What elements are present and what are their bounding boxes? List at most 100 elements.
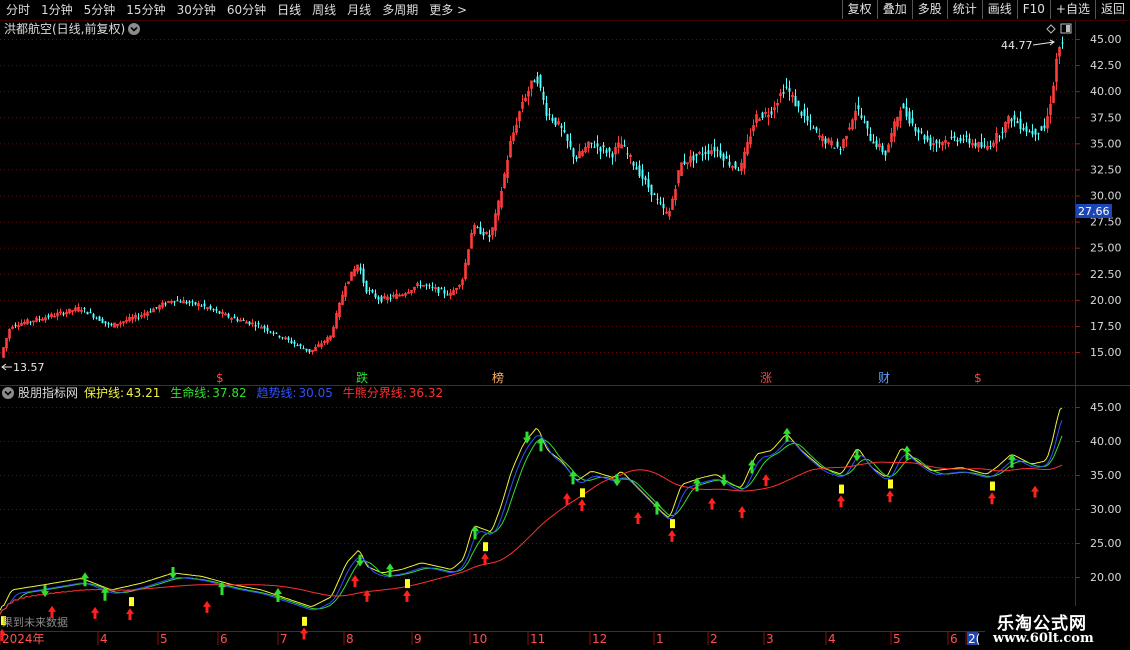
candle-body-down xyxy=(545,102,548,116)
tab-period-9[interactable]: 多周期 xyxy=(376,0,423,20)
low-price-label: 13.57 xyxy=(13,361,45,374)
candle-body-down xyxy=(623,145,626,147)
candle-body-down xyxy=(107,323,110,325)
tab-period-10[interactable]: 更多 > xyxy=(423,0,472,20)
candle-body-down xyxy=(824,138,827,144)
buy-arrow-icon xyxy=(738,506,746,519)
month-label: 3 xyxy=(766,632,774,646)
candle-body-down xyxy=(635,167,638,170)
window-icon[interactable] xyxy=(1060,23,1072,34)
yellow-bar-marker xyxy=(580,488,585,498)
yellow-bar-marker xyxy=(302,616,307,626)
candle-body-down xyxy=(263,325,266,329)
candle-body-down xyxy=(812,127,815,129)
toolbar-button-4[interactable]: 画线 xyxy=(981,0,1017,19)
candle-body-down xyxy=(713,146,716,152)
main-y-tick-label: 45.00 xyxy=(1090,33,1122,46)
candle-body-down xyxy=(980,142,983,148)
candle-body-down xyxy=(839,148,842,150)
tab-period-0[interactable]: 分时 xyxy=(0,0,35,20)
tab-period-4[interactable]: 30分钟 xyxy=(171,0,221,20)
chart-canvas[interactable]: 45.0042.5040.0037.5035.0032.5030.0027.50… xyxy=(0,0,1130,650)
tab-period-7[interactable]: 周线 xyxy=(306,0,341,20)
indicator-y-tick-label: 30.00 xyxy=(1090,503,1122,516)
toolbar-button-7[interactable]: 返回 xyxy=(1094,0,1130,19)
tab-period-3[interactable]: 15分钟 xyxy=(120,0,170,20)
candle-body-down xyxy=(797,100,800,107)
candle-body-down xyxy=(782,91,785,94)
candle-body-down xyxy=(965,135,968,138)
candle-body-down xyxy=(905,106,908,117)
toolbar-button-6[interactable]: +自选 xyxy=(1049,0,1095,19)
candle-body-down xyxy=(425,284,428,286)
candle-body-down xyxy=(560,125,563,128)
candle-body-down xyxy=(917,129,920,133)
candle-body-down xyxy=(833,147,836,149)
toolbar-button-1[interactable]: 叠加 xyxy=(876,0,912,19)
candle-body-down xyxy=(1025,126,1028,132)
indicator-signals xyxy=(0,427,1039,641)
candle-body-down xyxy=(533,80,536,83)
candle-body-down xyxy=(428,285,431,287)
candle-body-down xyxy=(554,117,557,126)
yellow-bar-marker xyxy=(483,542,488,552)
indicator-legend: 保护线: 43.21 生命线: 37.82 趋势线: 30.05 牛熊分界线: 36.3… xyxy=(84,385,443,400)
candle-body-down xyxy=(218,311,221,314)
event-marker[interactable]: $ xyxy=(216,371,224,385)
tab-period-1[interactable]: 1分钟 xyxy=(35,0,78,20)
tab-period-8[interactable]: 月线 xyxy=(341,0,376,20)
buy-arrow-icon xyxy=(988,492,996,505)
event-marker[interactable]: 跌 xyxy=(356,370,368,385)
candle-body-down xyxy=(704,152,707,155)
candle-body-down xyxy=(866,120,869,129)
candle-body-down xyxy=(881,145,884,153)
candle-body-down xyxy=(419,285,422,287)
event-marker[interactable]: 榜 xyxy=(492,370,504,385)
chevron-down-icon[interactable] xyxy=(128,23,140,35)
event-marker[interactable]: $ xyxy=(974,371,982,385)
up-signal-icon xyxy=(903,445,911,460)
candle-body-down xyxy=(737,169,740,171)
tab-period-5[interactable]: 60分钟 xyxy=(221,0,271,20)
indicator-axis: 45.00 40.00 35.00 30.00 25.00 20.00 xyxy=(1075,401,1122,584)
event-marker[interactable]: 涨 xyxy=(760,370,772,385)
candle-body-down xyxy=(269,331,272,333)
candle-body-up xyxy=(260,326,263,329)
candle-body-down xyxy=(248,321,251,325)
candlestick-series xyxy=(2,36,1064,359)
candle-body-down xyxy=(1001,131,1004,133)
toolbar-button-3[interactable]: 统计 xyxy=(946,0,982,19)
indicator-y-tick-label: 20.00 xyxy=(1090,571,1122,584)
candle-body-down xyxy=(302,348,305,350)
candle-body-down xyxy=(272,332,275,334)
tab-period-6[interactable]: 日线 xyxy=(271,0,306,20)
stock-title[interactable]: 洪都航空(日线,前复权) xyxy=(4,21,125,36)
month-label: 8 xyxy=(346,632,354,646)
candle-body-down xyxy=(443,290,446,294)
candle-body-down xyxy=(695,153,698,157)
candle-body-down xyxy=(104,321,107,324)
tab-period-2[interactable]: 5分钟 xyxy=(78,0,121,20)
candle-body-down xyxy=(650,184,653,196)
main-y-tick-label: 42.50 xyxy=(1090,59,1122,72)
toolbar-button-2[interactable]: 多股 xyxy=(911,0,947,19)
time-axis: 2024年 4 5 6 7 8 9 10 11 12 1 2 3 4 5 6 2( xyxy=(0,632,980,646)
month-label: 6 xyxy=(950,632,958,646)
event-marker[interactable]: 财 xyxy=(878,371,890,385)
candle-body-down xyxy=(200,305,203,307)
diamond-icon[interactable] xyxy=(1046,24,1056,34)
candle-body-down xyxy=(863,121,866,123)
candle-body-down xyxy=(857,105,860,110)
candle-body-down xyxy=(482,231,485,236)
candle-body-down xyxy=(62,313,65,315)
candle-body-down xyxy=(233,316,236,319)
toolbar-button-5[interactable]: F10 xyxy=(1016,0,1050,19)
candle-body-down xyxy=(692,155,695,161)
watermark-url: www.60lt.com xyxy=(993,631,1094,646)
indicator-chevron-icon[interactable] xyxy=(2,387,14,399)
candle-body-down xyxy=(86,311,89,315)
indicator-name[interactable]: 股朋指标网 xyxy=(18,385,78,400)
candle-body-down xyxy=(1061,42,1064,44)
candle-body-down xyxy=(974,142,977,147)
toolbar-button-0[interactable]: 复权 xyxy=(841,0,877,19)
